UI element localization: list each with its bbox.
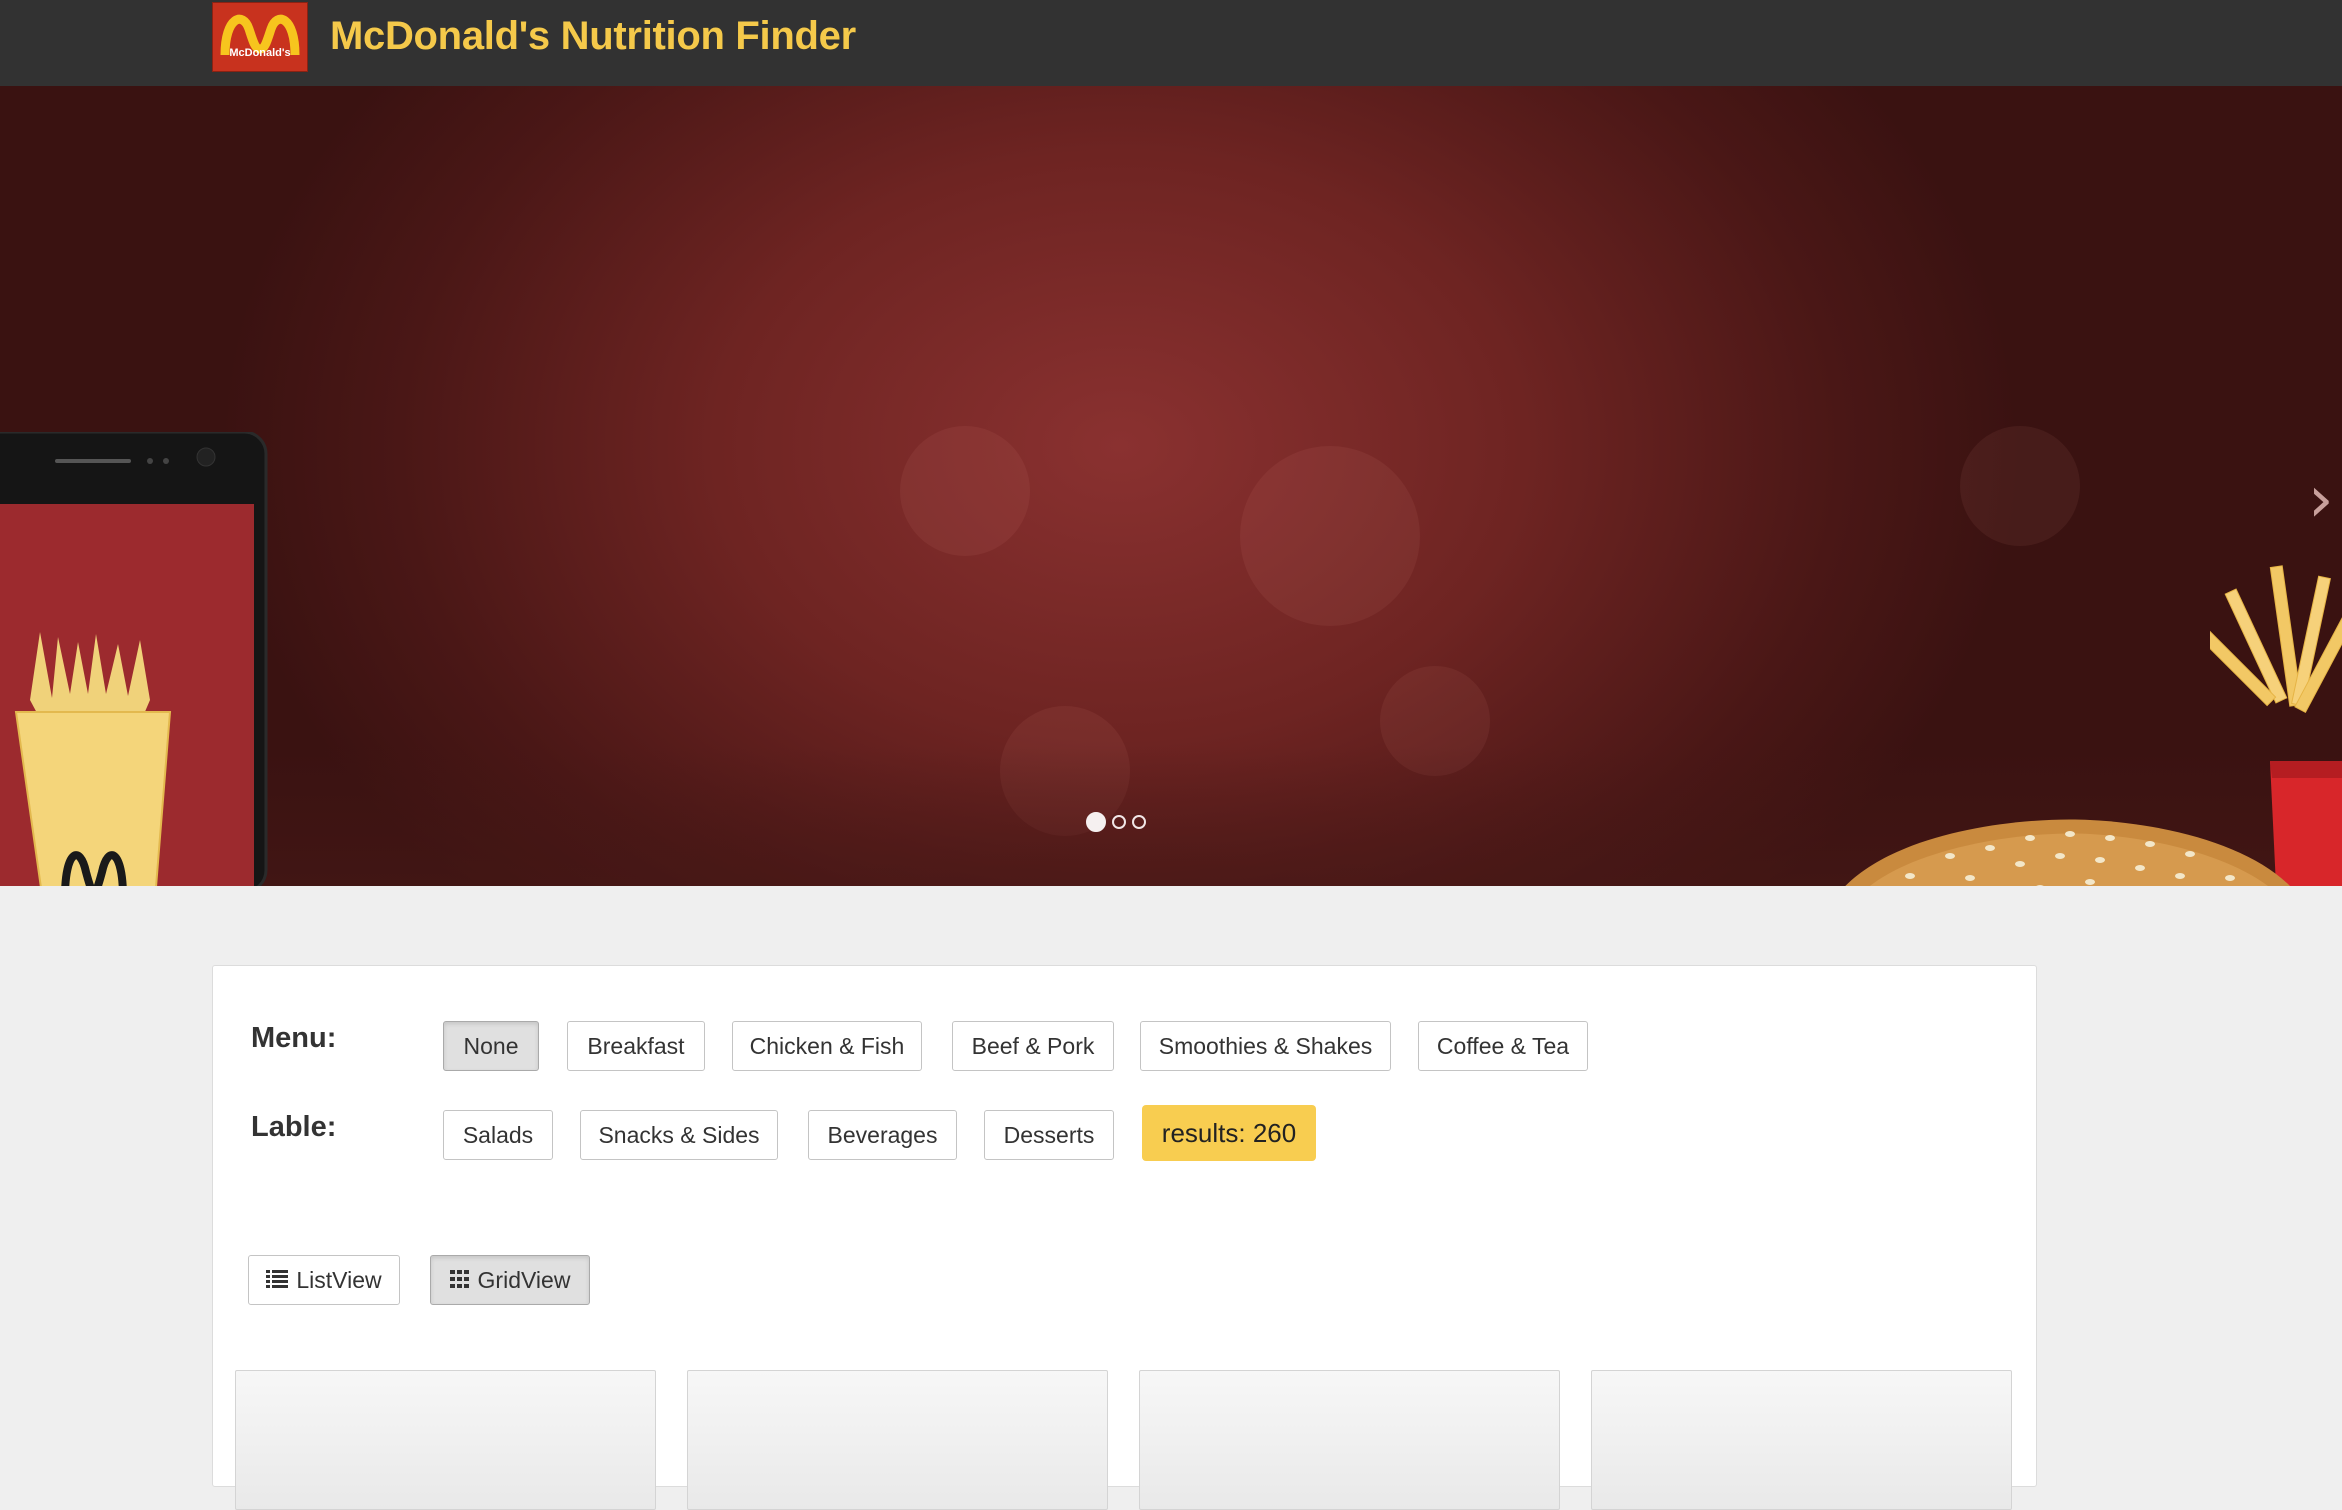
gridview-button[interactable]: GridView (430, 1255, 590, 1305)
menu-option-beef-pork[interactable]: Beef & Pork (952, 1021, 1114, 1071)
listview-button[interactable]: ListView (248, 1255, 400, 1305)
carousel-dot-1[interactable] (1086, 812, 1106, 832)
filter-panel: Menu: None Breakfast Chicken & Fish Beef… (212, 965, 2037, 1510)
gridview-label: GridView (477, 1266, 571, 1293)
result-card[interactable] (1591, 1370, 2012, 1510)
result-card[interactable] (235, 1370, 656, 1510)
carousel-dot-2[interactable] (1112, 815, 1126, 829)
listview-label: ListView (296, 1266, 382, 1293)
lable-option-desserts[interactable]: Desserts (984, 1110, 1114, 1160)
bokeh-light (900, 426, 1030, 556)
result-card[interactable] (687, 1370, 1108, 1510)
carousel-next-icon[interactable]: › (2308, 468, 2334, 532)
menu-option-coffee-tea[interactable]: Coffee & Tea (1418, 1021, 1588, 1071)
lable-option-snacks-sides[interactable]: Snacks & Sides (580, 1110, 778, 1160)
menu-option-breakfast[interactable]: Breakfast (567, 1021, 705, 1071)
lable-option-beverages[interactable]: Beverages (808, 1110, 957, 1160)
grid-icon (449, 1267, 470, 1294)
list-icon (266, 1267, 289, 1294)
lable-option-salads[interactable]: Salads (443, 1110, 553, 1160)
bokeh-light (1960, 426, 2080, 546)
golden-arches-icon: McDonald's (220, 14, 300, 59)
hero-carousel: › (0, 86, 2342, 886)
mcdonalds-logo[interactable]: McDonald's (212, 2, 308, 72)
menu-label: Menu: (251, 1022, 337, 1054)
results-count-badge: results: 260 (1142, 1105, 1316, 1161)
menu-option-smoothies-shakes[interactable]: Smoothies & Shakes (1140, 1021, 1391, 1071)
carousel-indicators (1086, 810, 1146, 834)
burger-image (1845, 819, 2290, 886)
lable-label: Lable: (251, 1111, 337, 1143)
result-card[interactable] (1139, 1370, 1560, 1510)
bokeh-light (1240, 446, 1420, 626)
app-title: McDonald's Nutrition Finder (330, 14, 856, 58)
carousel-dot-3[interactable] (1132, 815, 1146, 829)
menu-option-none[interactable]: None (443, 1021, 539, 1071)
smartphone-image (0, 432, 268, 886)
logo-wordmark: McDonald's (229, 47, 290, 59)
menu-option-chicken-fish[interactable]: Chicken & Fish (732, 1021, 922, 1071)
top-bar: McDonald's McDonald's Nutrition Finder (0, 0, 2342, 86)
